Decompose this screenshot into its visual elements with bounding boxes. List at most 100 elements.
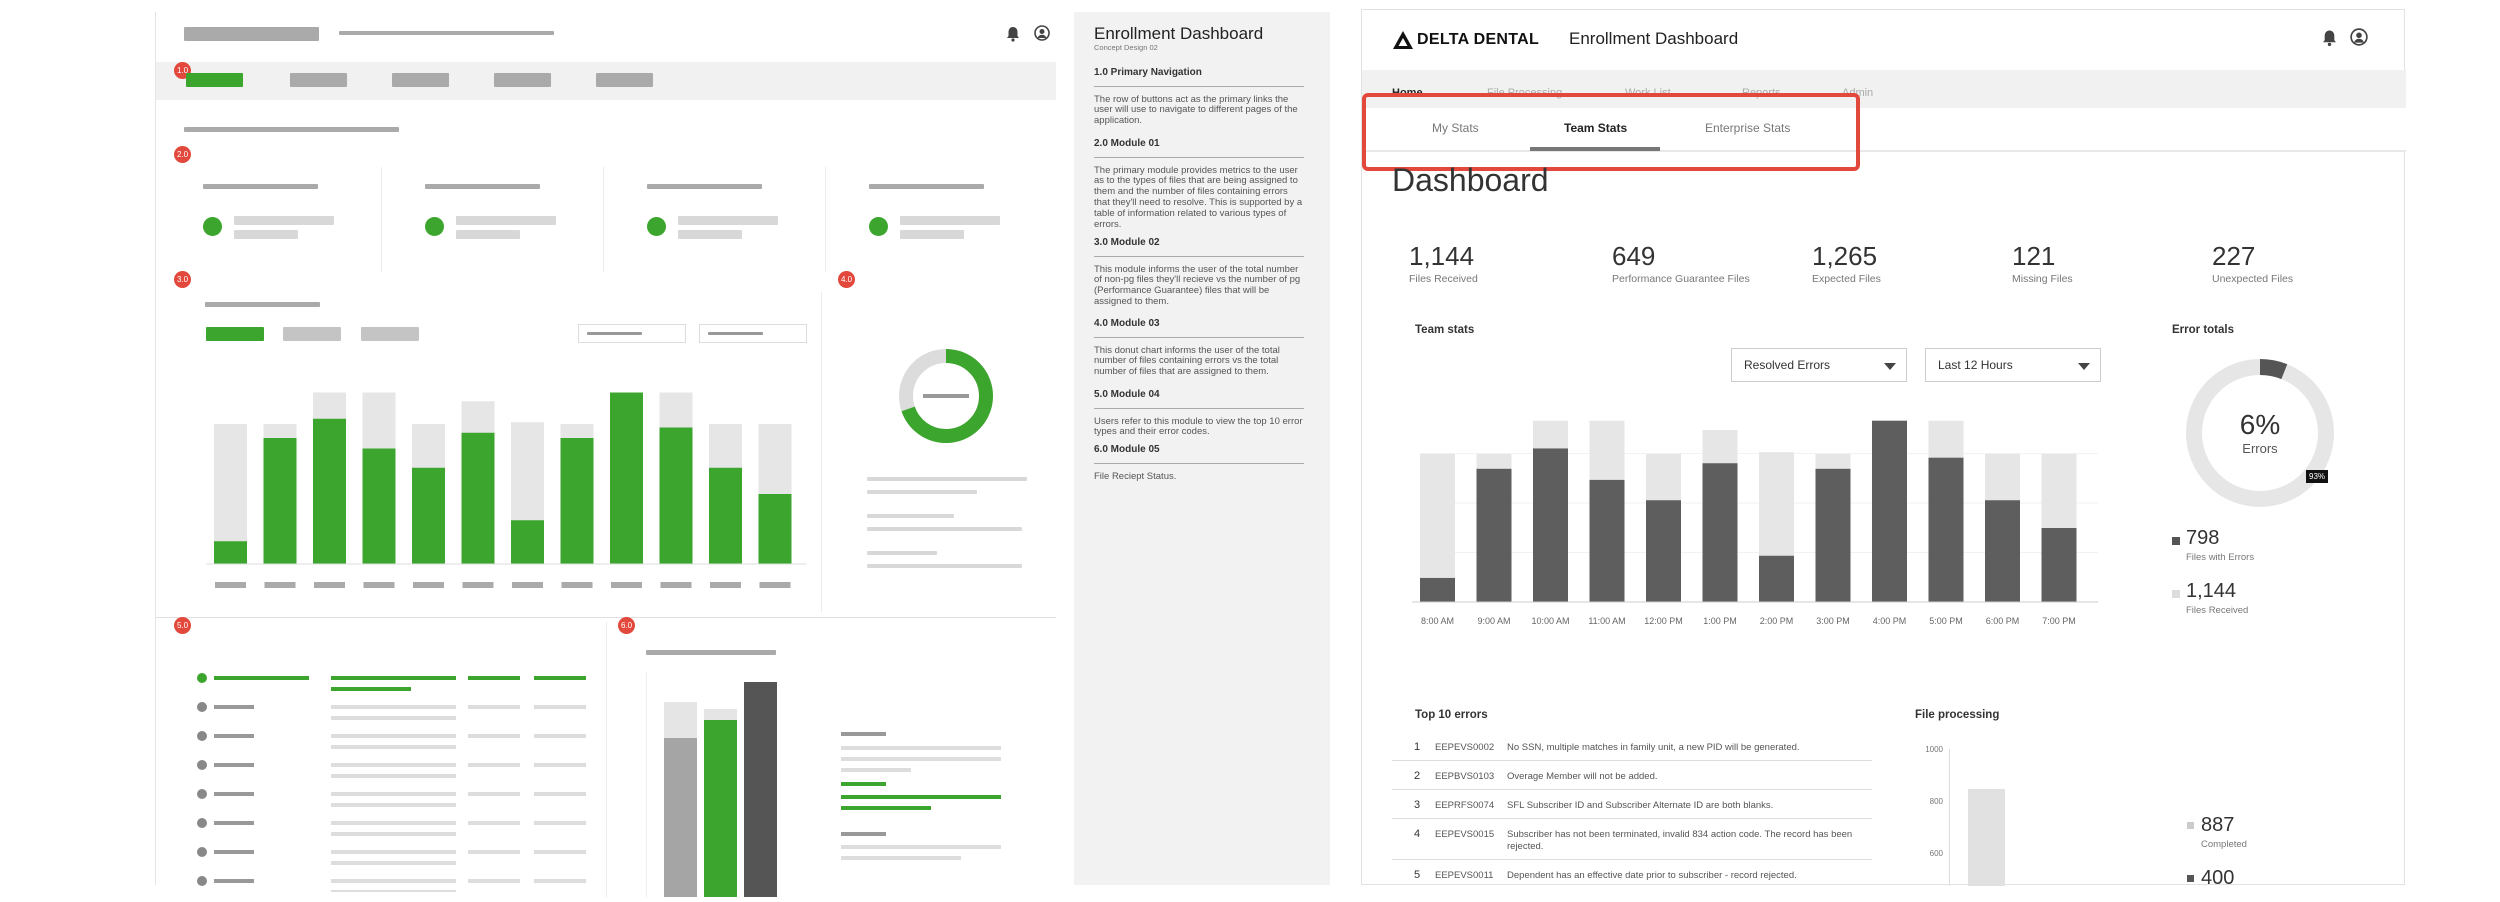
wire-nav: 1.0: [156, 62, 1056, 100]
wire-nav-item[interactable]: [494, 73, 551, 87]
bar-value[interactable]: [1928, 457, 1964, 602]
wire-tick: [363, 582, 395, 588]
time-range-dropdown[interactable]: Last 12 Hours: [1925, 348, 2101, 382]
wire-chart-tab[interactable]: [361, 327, 419, 341]
row-number: 2: [1414, 770, 1421, 782]
badge-4: 4.0: [838, 271, 855, 288]
stat-label: Files Received: [1409, 273, 1478, 285]
wire-nav-item[interactable]: [290, 73, 347, 87]
delta-logo-icon: [1393, 31, 1413, 49]
section-text: The row of buttons act as the primary li…: [1094, 93, 1298, 127]
bar-value[interactable]: [1872, 420, 1907, 602]
bar-value[interactable]: [1476, 468, 1512, 602]
wire-row-cell: [534, 792, 586, 796]
table-row[interactable]: 3 EEPRFS0074 SFL Subscriber ID and Subsc…: [1392, 791, 1872, 819]
wire-divider: [603, 167, 604, 272]
wire-donut-line: [867, 551, 937, 555]
wire-bar-value: [659, 427, 693, 564]
wire-tick: [314, 582, 345, 588]
resolved-errors-dropdown[interactable]: Resolved Errors: [1731, 348, 1907, 382]
bell-icon[interactable]: [1006, 26, 1020, 42]
wire-row-cell: [331, 774, 456, 778]
bar-value[interactable]: [1589, 479, 1625, 602]
wire-bar-chart: [206, 384, 806, 589]
top-errors-table: 1 EEPEVS0002 No SSN, multiple matches in…: [1392, 733, 1872, 886]
wire-row-cell: [331, 745, 456, 749]
wire-row-cell: [214, 879, 254, 883]
wire-nav-item-active[interactable]: [186, 73, 243, 87]
user-icon[interactable]: [1034, 25, 1050, 41]
wire-table: [196, 672, 596, 894]
table-row[interactable]: 1 EEPEVS0002 No SSN, multiple matches in…: [1392, 733, 1872, 761]
badge-6: 6.0: [618, 617, 635, 634]
wire-row-cell: [534, 850, 586, 854]
legend-swatch: [2187, 875, 2194, 882]
bar-value[interactable]: [2041, 528, 2077, 602]
annotation-title: Enrollment Dashboard: [1094, 24, 1264, 43]
bar-value[interactable]: [1533, 448, 1568, 602]
wire-row-dot: [197, 673, 207, 683]
wire-logo-placeholder: [184, 27, 319, 41]
bar-value[interactable]: [1985, 500, 2020, 602]
section-title: 6.0 Module 05: [1094, 444, 1160, 455]
wire-row-cell: [468, 821, 520, 825]
error-label: Errors: [2242, 441, 2278, 456]
section-rule: [1094, 407, 1304, 409]
wire-dropdown[interactable]: [699, 324, 807, 343]
wire-divider: [606, 622, 607, 897]
bell-icon[interactable]: [2322, 29, 2337, 47]
wire-tick: [512, 582, 543, 588]
bar-value[interactable]: [1815, 468, 1851, 602]
legend-value: 798: [2186, 527, 2220, 549]
wire-dropdown[interactable]: [578, 324, 686, 343]
x-tick-label: 9:00 AM: [1477, 616, 1510, 626]
file-legend-2: 400: [2187, 867, 2337, 886]
wire-bar-value: [362, 448, 396, 564]
x-tick-label: 7:00 PM: [2042, 616, 2076, 626]
wire-row-cell: [534, 763, 586, 767]
wire-row-cell: [331, 803, 456, 807]
bar-value[interactable]: [1646, 500, 1681, 602]
section-title: 1.0 Primary Navigation: [1094, 67, 1202, 78]
wire-tick: [264, 582, 296, 588]
section-title: 4.0 Module 03: [1094, 318, 1160, 329]
section-rule: [1094, 255, 1304, 257]
wire-chart-tab[interactable]: [283, 327, 341, 341]
legend-label: Completed: [2201, 839, 2247, 850]
annotation-section-6: 6.0 Module 05 File Reciept Status.: [1094, 444, 1304, 482]
table-row[interactable]: 4 EEPEVS0015 Subscriber has not been ter…: [1392, 820, 1872, 860]
wire-row-cell: [331, 792, 456, 796]
wire-table-svg: [197, 673, 586, 894]
wire-card-line: [900, 216, 1000, 225]
legend-label: Files with Errors: [2186, 552, 2255, 563]
row-code: EEPEVS0015: [1435, 829, 1495, 840]
bar-value[interactable]: [1702, 463, 1738, 602]
row-description: No SSN, multiple matches in family unit,…: [1507, 742, 1800, 753]
wire-tick: [759, 582, 791, 588]
wire-row-cell: [214, 850, 254, 854]
table-row[interactable]: 2 EEPBVS0103 Overage Member will not be …: [1392, 762, 1872, 790]
wire-nav-item[interactable]: [596, 73, 653, 87]
wire-row-cell: [214, 676, 309, 680]
wire-nav-item[interactable]: [392, 73, 449, 87]
user-icon[interactable]: [2350, 28, 2368, 46]
wire-bar-value: [263, 438, 297, 564]
wire-card-dot: [869, 217, 888, 236]
wire-bar-value: [461, 432, 495, 564]
dropdown-value: Resolved Errors: [1744, 358, 1831, 372]
bar-value[interactable]: [1420, 577, 1455, 602]
bar-value[interactable]: [1759, 555, 1794, 602]
legend-swatch-dark: [2172, 537, 2180, 545]
x-tick-label: 8:00 AM: [1421, 616, 1454, 626]
annotation-section-5: 5.0 Module 04 Users refer to this module …: [1094, 389, 1304, 438]
wire-row-cell: [214, 763, 254, 767]
stat-label: Missing Files: [2012, 273, 2073, 285]
wire-chart-title: [205, 302, 320, 307]
wire-page-title: [184, 127, 399, 132]
row-code: EEPEVS0002: [1435, 742, 1495, 753]
section-title: 5.0 Module 04: [1094, 389, 1160, 400]
wire-chart-tab-active[interactable]: [206, 327, 264, 341]
wire-row-cell: [331, 676, 456, 680]
table-row[interactable]: 5 EEPEVS0011 Dependent has an effective …: [1392, 861, 1872, 886]
app-header: DELTA DENTAL Enrollment Dashboard: [1362, 10, 2406, 70]
